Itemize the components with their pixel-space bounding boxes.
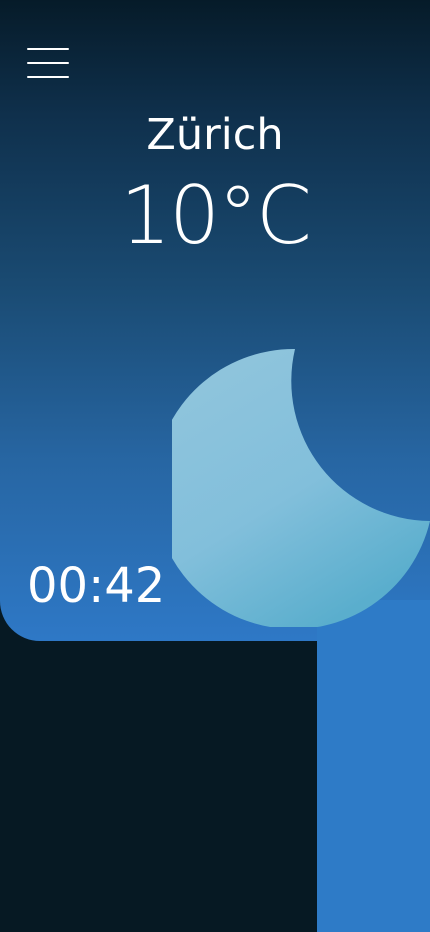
accent-strip [317, 600, 430, 932]
menu-line-top [27, 48, 69, 50]
menu-line-middle [27, 62, 69, 64]
moon-icon [172, 348, 430, 627]
panel-corner [277, 641, 317, 681]
menu-line-bottom [27, 76, 69, 78]
city-name: Zürich [146, 110, 284, 160]
hamburger-menu-icon[interactable] [27, 48, 69, 80]
temperature: 10°C [120, 169, 312, 262]
weather-screen: Zürich 10°C 00:42 [0, 0, 430, 932]
clock-time: 00:42 [27, 558, 166, 614]
